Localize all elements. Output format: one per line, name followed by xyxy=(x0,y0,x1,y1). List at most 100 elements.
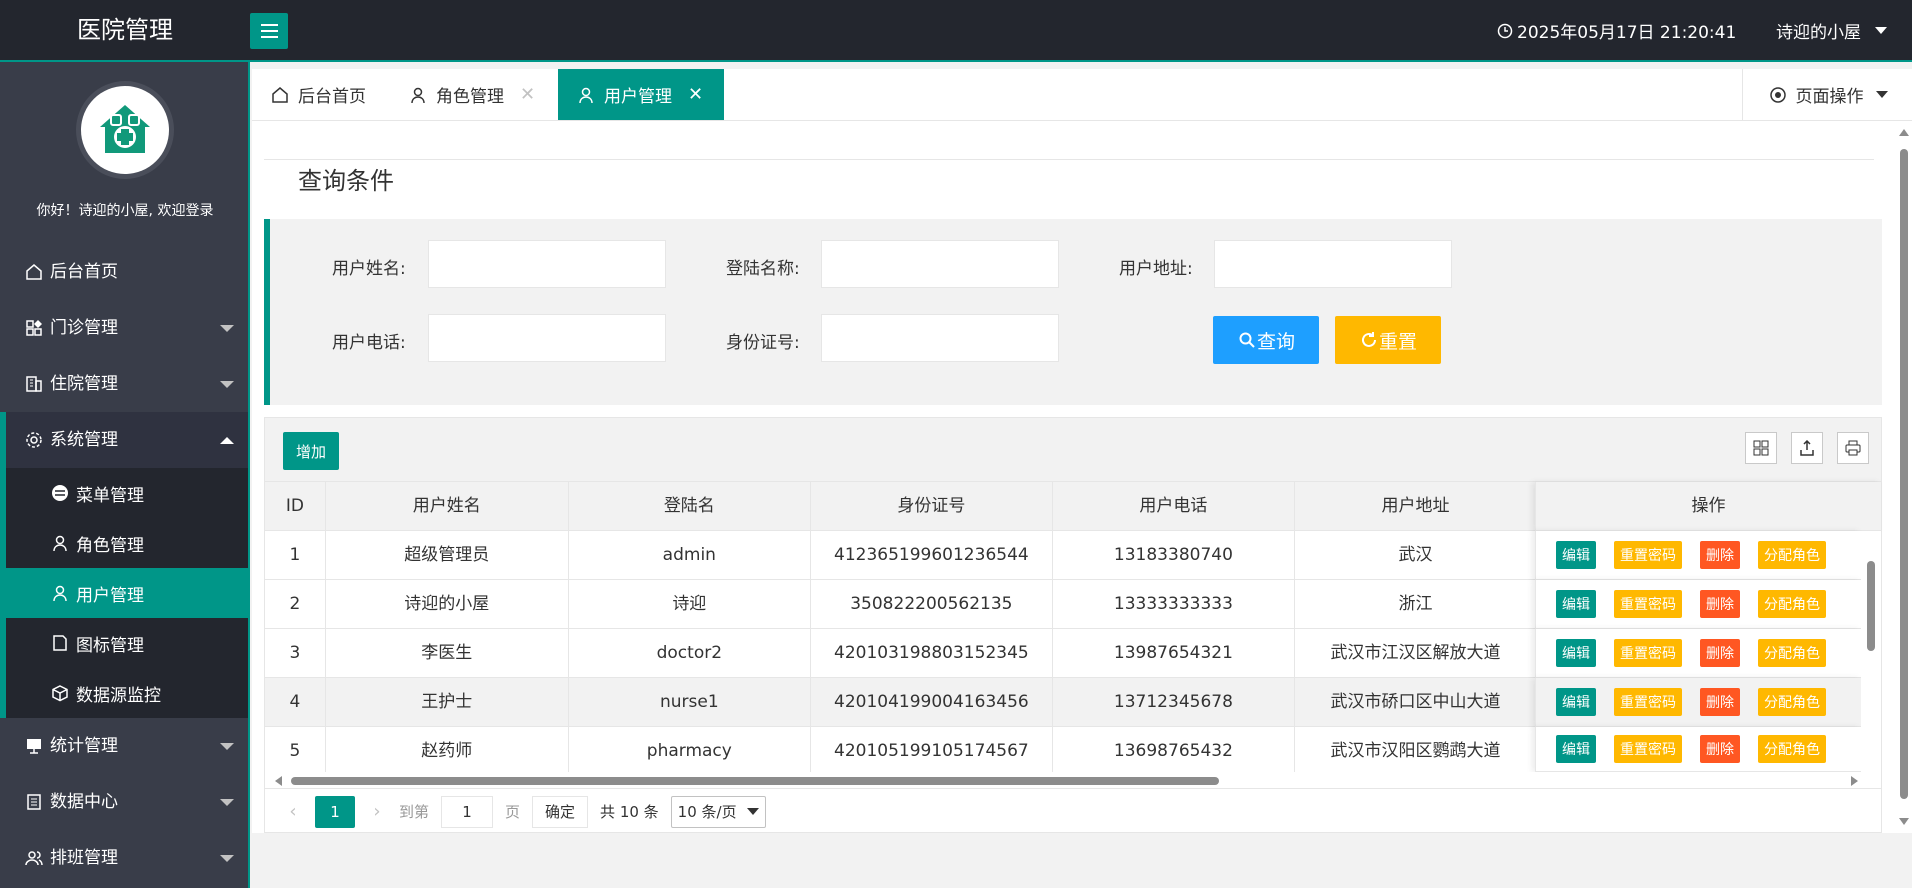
sidebar-item-label: 排班管理 xyxy=(50,848,118,868)
home-icon xyxy=(270,85,290,105)
search-legend: 查询条件 xyxy=(286,161,406,196)
col-header: 用户电话 xyxy=(1053,482,1295,530)
tab-user-mgmt[interactable]: 用户管理 ✕ xyxy=(558,69,724,120)
row-actions: 编辑 重置密码 删除 分配角色 xyxy=(1535,678,1861,727)
prev-page-icon[interactable]: ‹ xyxy=(283,801,303,822)
sidebar-item-label: 图标管理 xyxy=(76,635,144,656)
idcard-input[interactable] xyxy=(821,314,1059,362)
delete-button[interactable]: 删除 xyxy=(1700,688,1740,716)
user-menu[interactable]: 诗迎的小屋 xyxy=(1776,18,1887,43)
cell-address: 武汉市江汉区解放大道 xyxy=(1295,629,1537,677)
cell-id: 5 xyxy=(265,727,326,775)
scroll-left-icon[interactable] xyxy=(275,776,282,786)
login-label: 登陆名称: xyxy=(726,259,800,279)
sidebar-item-datasource[interactable]: 数据源监控 xyxy=(6,668,248,718)
reset-password-button[interactable]: 重置密码 xyxy=(1614,639,1682,667)
sidebar-item-menu-mgmt[interactable]: 菜单管理 xyxy=(6,468,248,518)
goto-confirm-button[interactable]: 确定 xyxy=(532,795,589,828)
cell-login: 诗迎 xyxy=(569,580,811,628)
clock: 2025年05月17日 21:20:41 xyxy=(1495,18,1736,43)
scroll-up-icon[interactable] xyxy=(1899,129,1909,136)
scroll-right-icon[interactable] xyxy=(1851,776,1858,786)
delete-button[interactable]: 删除 xyxy=(1700,735,1740,763)
current-page[interactable]: 1 xyxy=(315,795,355,828)
sidebar-item-user-mgmt[interactable]: 用户管理 xyxy=(6,568,248,618)
sidebar-item-home[interactable]: 后台首页 xyxy=(0,244,248,300)
assign-role-button[interactable]: 分配角色 xyxy=(1758,541,1826,569)
page-scrollbar[interactable] xyxy=(1896,121,1912,833)
page-size-select[interactable]: 10 条/页 xyxy=(670,795,766,828)
cell-idcard: 350822200562135 xyxy=(811,580,1053,628)
horizontal-scrollbar[interactable] xyxy=(265,772,1881,788)
delete-button[interactable]: 删除 xyxy=(1700,541,1740,569)
menu-toggle-button[interactable] xyxy=(250,13,288,49)
tab-label: 后台首页 xyxy=(298,87,366,107)
cell-phone: 13698765432 xyxy=(1053,727,1295,775)
sidebar-item-schedule[interactable]: 排班管理 xyxy=(0,830,248,886)
close-icon[interactable]: ✕ xyxy=(520,84,535,105)
col-header: 用户地址 xyxy=(1295,482,1537,530)
edit-button[interactable]: 编辑 xyxy=(1556,541,1596,569)
page-operations-button[interactable]: 页面操作 xyxy=(1742,69,1912,120)
table-row[interactable]: 2 诗迎的小屋 诗迎 350822200562135 13333333333 浙… xyxy=(265,580,1537,629)
system-submenu: 菜单管理 角色管理 用户管理 图标管理 数据源监控 xyxy=(0,468,248,718)
add-button[interactable]: 增加 xyxy=(283,432,339,470)
delete-button[interactable]: 删除 xyxy=(1700,639,1740,667)
top-header: 医院管理 2025年05月17日 21:20:41 诗迎的小屋 xyxy=(0,0,1912,62)
user-icon xyxy=(50,583,70,603)
goto-page-input[interactable]: 1 xyxy=(441,795,494,828)
close-icon[interactable]: ✕ xyxy=(688,84,703,105)
reset-password-button[interactable]: 重置密码 xyxy=(1614,541,1682,569)
print-icon[interactable] xyxy=(1837,432,1869,464)
reset-password-button[interactable]: 重置密码 xyxy=(1614,688,1682,716)
export-icon[interactable] xyxy=(1791,432,1823,464)
tab-role-mgmt[interactable]: 角色管理 ✕ xyxy=(408,69,548,120)
user-name-input[interactable] xyxy=(428,240,666,288)
sidebar-item-inpatient[interactable]: 住院管理 xyxy=(0,356,248,412)
reset-password-button[interactable]: 重置密码 xyxy=(1614,590,1682,618)
table-row[interactable]: 3 李医生 doctor2 420103198803152345 1398765… xyxy=(265,629,1537,678)
assign-role-button[interactable]: 分配角色 xyxy=(1758,735,1826,763)
chevron-down-icon xyxy=(220,799,234,806)
ops-scrollbar[interactable] xyxy=(1861,531,1881,772)
delete-button[interactable]: 删除 xyxy=(1700,590,1740,618)
phone-label: 用户电话: xyxy=(332,333,406,353)
columns-icon[interactable] xyxy=(1745,432,1777,464)
cell-idcard: 412365199601236544 xyxy=(811,531,1053,579)
page-size-value: 10 条/页 xyxy=(677,803,737,821)
cell-idcard: 420104199004163456 xyxy=(811,678,1053,726)
cell-login: pharmacy xyxy=(569,727,811,775)
cell-address: 武汉 xyxy=(1295,531,1537,579)
sidebar-item-icon-mgmt[interactable]: 图标管理 xyxy=(6,618,248,668)
assign-role-button[interactable]: 分配角色 xyxy=(1758,639,1826,667)
user-address-input[interactable] xyxy=(1214,240,1452,288)
edit-button[interactable]: 编辑 xyxy=(1556,590,1596,618)
edit-button[interactable]: 编辑 xyxy=(1556,639,1596,667)
assign-role-button[interactable]: 分配角色 xyxy=(1758,688,1826,716)
sidebar-item-outpatient[interactable]: 门诊管理 xyxy=(0,300,248,356)
sidebar-item-datacenter[interactable]: 数据中心 xyxy=(0,774,248,830)
edit-button[interactable]: 编辑 xyxy=(1556,688,1596,716)
assign-role-button[interactable]: 分配角色 xyxy=(1758,590,1826,618)
table-row[interactable]: 5 赵药师 pharmacy 420105199105174567 136987… xyxy=(265,727,1537,776)
tab-home[interactable]: 后台首页 xyxy=(270,69,380,120)
cell-login: nurse1 xyxy=(569,678,811,726)
scroll-down-icon[interactable] xyxy=(1899,818,1909,825)
reset-password-button[interactable]: 重置密码 xyxy=(1614,735,1682,763)
reset-button[interactable]: 重置 xyxy=(1335,316,1441,364)
next-page-icon[interactable]: › xyxy=(367,801,387,822)
table-row[interactable]: 1 超级管理员 admin 412365199601236544 1318338… xyxy=(265,531,1537,580)
table-row[interactable]: 4 王护士 nurse1 420104199004163456 13712345… xyxy=(265,678,1537,727)
sidebar-item-statistics[interactable]: 统计管理 xyxy=(0,718,248,774)
edit-button[interactable]: 编辑 xyxy=(1556,735,1596,763)
sidebar-item-role-mgmt[interactable]: 角色管理 xyxy=(6,518,248,568)
chevron-down-icon xyxy=(220,855,234,862)
reset-label: 重置 xyxy=(1378,330,1417,353)
login-name-input[interactable] xyxy=(821,240,1059,288)
table-toolbar: 增加 xyxy=(265,418,1881,482)
query-button[interactable]: 查询 xyxy=(1213,316,1319,364)
user-phone-input[interactable] xyxy=(428,314,666,362)
sidebar-item-label: 住院管理 xyxy=(50,374,118,394)
chevron-down-icon xyxy=(746,808,759,815)
sidebar-item-system[interactable]: 系统管理 xyxy=(0,412,248,468)
